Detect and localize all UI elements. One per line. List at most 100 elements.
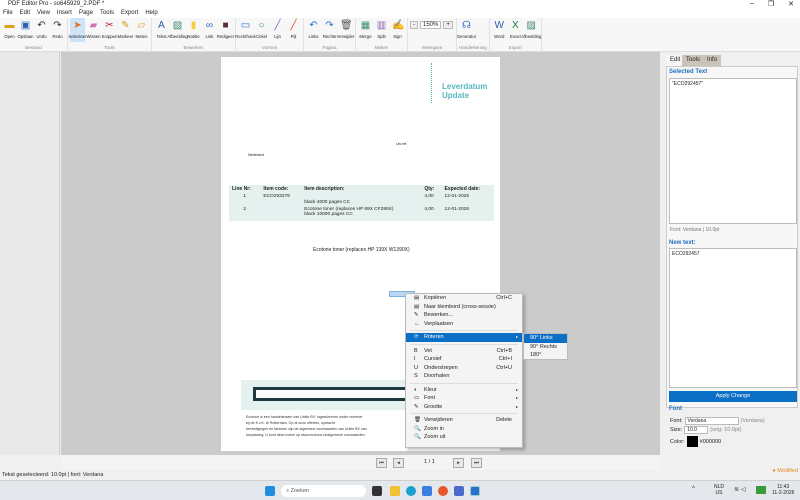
menu-insert[interactable]: Insert [57,9,72,18]
item-line-3[interactable]: Ecotone toner (replaces HP 139X W1390X) [313,247,410,253]
taskbar-search[interactable]: ⌕ Zoeken [281,485,366,497]
menu-item-font[interactable]: ▭ Font ▸ [406,394,522,403]
rechts-button[interactable]: ↷ Rechts [322,18,337,42]
menu-item-bewerken-[interactable]: ✎ Bewerken... [406,311,522,320]
font-select[interactable]: Verdana [684,417,739,425]
generator-button[interactable]: ☊ Generator [457,18,476,42]
ribbon-group-bestand: ▬ Open ▣ Opslaan ↶ Undo ↷ Redo Bestand [0,18,68,51]
menu-item-icon: B [414,347,418,354]
zoom-in-button[interactable]: + [443,21,453,29]
file-explorer-icon[interactable] [390,486,400,496]
zoom-out-button[interactable]: - [410,21,418,29]
menu-item-naar-klembord-cross-sessie-[interactable]: ▤ Naar klembord (cross-sessie) [406,303,522,312]
thumbnail-pane[interactable] [0,52,60,455]
markeer-button[interactable]: ✎ Markeer [118,18,134,42]
pdf-editor-taskbar-icon[interactable] [470,486,480,496]
button-label: Link [205,34,214,39]
page-indicator: 1 / 1 [424,459,435,465]
ribbon-group-pagina: ↶ Links ↷ Rechts 🗑 Verwijder Pagina [304,18,356,51]
menu-item-label: Roteren [424,334,444,340]
next-page-button[interactable]: ▸ [453,458,464,468]
menu-item-zoom-in[interactable]: 🔍 Zoom in [406,425,522,434]
menu-item-icon: ✎ [414,312,419,318]
new-text-input[interactable]: ECO292457 [669,248,797,388]
button-label: Wissen [86,34,101,39]
windows-start-icon[interactable] [265,486,275,496]
firefox-icon[interactable] [438,486,448,496]
wissen-button[interactable]: ▰ Wissen [86,18,101,42]
size-input[interactable]: 10.0 [684,426,709,434]
selected-text-box[interactable]: "ECO292457" [669,78,797,224]
button-label: Sign [393,34,402,39]
submenu-arrow-icon: ▸ [515,395,518,400]
split-button[interactable]: ▥ Split [374,18,389,42]
prev-page-button[interactable]: ◂ [393,458,404,468]
rotate-right-item[interactable]: 90° Rechts [524,343,567,352]
menu-page[interactable]: Page [79,9,93,18]
knippen-button[interactable]: ✂ Knippen [102,18,118,42]
minimize-button[interactable]: – [750,0,754,8]
wifi-icon[interactable]: ≋ ◁ [734,486,745,493]
clock[interactable]: 11:43 11-2-2026 [772,484,794,496]
menu-item-onderstrepen[interactable]: U Onderstrepen Ctrl+U [406,364,522,373]
rotate-left-item[interactable]: 90° Links [524,334,567,343]
first-page-button[interactable]: ⏮ [376,458,387,468]
rechthoek-button[interactable]: ▭ Rechthoek [235,18,256,42]
language-indicator[interactable]: NLD US [714,484,724,496]
menu-item-verwijderen[interactable]: 🗑 Verwijderen Delete [406,416,522,425]
menu-tools[interactable]: Tools [100,9,114,18]
app-icon-2[interactable] [454,486,464,496]
tab-tools[interactable]: Tools [682,55,705,66]
zoom-level-select[interactable]: 150% [420,21,442,29]
notitie-button[interactable]: ▮ Notitie [186,18,201,42]
opslaan-button[interactable]: ▣ Opslaan [18,18,34,42]
close-button[interactable]: ✕ [788,0,794,8]
menu-file[interactable]: File [3,9,13,18]
battery-icon[interactable] [756,486,766,494]
app-icon[interactable] [422,486,432,496]
word-button[interactable]: W Word [492,18,507,42]
undo-button[interactable]: ↶ Undo [34,18,49,42]
cirkel-button[interactable]: ○ Cirkel [254,18,269,42]
menu-item-zoom-uit[interactable]: 🔍 Zoom uit [406,433,522,442]
menu-item-cursief[interactable]: I Cursief Ctrl+I [406,355,522,364]
redigeer-button[interactable]: ■ Redigeer [217,18,234,42]
sign-button[interactable]: ✍ Sign [390,18,405,42]
menu-item-doorhalen[interactable]: S Doorhalen [406,372,522,381]
meten-button[interactable]: ▱ Meten [134,18,149,42]
task-view-icon[interactable] [372,486,382,496]
verwijder-button[interactable]: 🗑 Verwijder [337,18,355,42]
afbeelding-button[interactable]: ▨ Afbeelding [521,18,541,42]
notitie-icon: ▮ [190,20,197,31]
menu-edit[interactable]: Edit [20,9,30,18]
selecteer-button[interactable]: ➤ Selecteer [68,18,87,42]
menu-item-grootte[interactable]: ✎ Grootte ▸ [406,403,522,412]
ribbon-group-export: W Word X Excel ▨ Afbeelding Export [490,18,542,51]
tab-info[interactable]: Info [703,55,722,66]
restore-button[interactable]: ❐ [768,0,774,8]
menu-item-roteren[interactable]: ⟳ Roteren ▸ [406,333,522,342]
link-button[interactable]: ∞ Link [202,18,217,42]
open-button[interactable]: ▬ Open [2,18,17,42]
apply-change-button[interactable]: Apply Change [669,391,797,402]
menu-item-verplaatsen[interactable]: ↔ Verplaatsen [406,320,522,329]
menu-item-kopi-ren[interactable]: ▤ Kopiëren Ctrl+C [406,294,522,303]
edge-icon[interactable] [406,486,416,496]
links-button[interactable]: ↶ Links [306,18,321,42]
afbeelding-button[interactable]: ▨ Afbeelding [167,18,187,42]
tray-chevron-icon[interactable]: ^ [692,486,695,492]
menu-view[interactable]: View [37,9,50,18]
lijn-button[interactable]: ╱ Lijn [270,18,285,42]
redo-button[interactable]: ↷ Redo [50,18,65,42]
menu-item-vet[interactable]: B Vet Ctrl+B [406,347,522,356]
selected-text-heading: Selected Text [669,69,708,75]
menu-help[interactable]: Help [145,9,157,18]
last-page-button[interactable]: ⏭ [471,458,482,468]
color-swatch[interactable] [686,436,698,447]
rotate-180-item[interactable]: 180° [524,351,567,360]
menu-item-kleur[interactable]: ◐ Kleur ▸ [406,386,522,395]
pijl-button[interactable]: ╱ Pijl [286,18,301,42]
merge-button[interactable]: ▦ Merge [358,18,373,42]
menu-export[interactable]: Export [121,9,138,18]
ribbon-group-handtekening: ☊ Generator Handtekening [457,18,490,51]
